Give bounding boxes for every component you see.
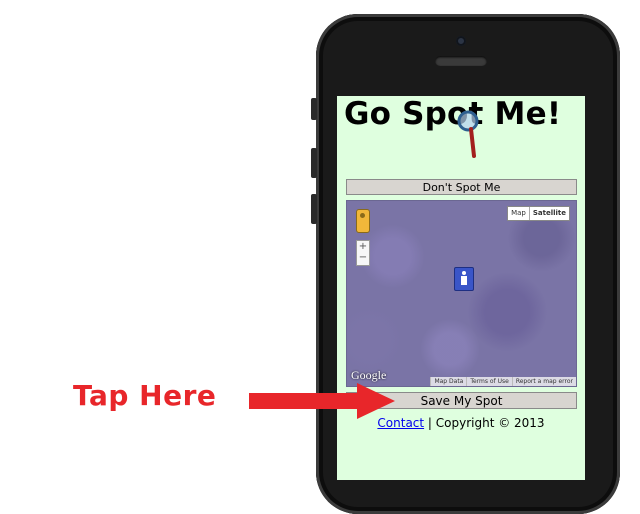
volume-up-button <box>311 148 317 178</box>
magnifier-icon <box>457 110 479 158</box>
location-marker-icon[interactable] <box>454 267 474 291</box>
zoom-out-button[interactable]: − <box>357 252 369 263</box>
footer-separator: | <box>424 416 436 430</box>
map-type-satellite[interactable]: Satellite <box>528 207 569 220</box>
volume-down-button <box>311 194 317 224</box>
map-data-link[interactable]: Map Data <box>430 377 466 386</box>
map-type-map[interactable]: Map <box>508 207 529 220</box>
satellite-imagery <box>347 201 576 386</box>
red-arrow-icon <box>249 383 395 419</box>
terms-of-use-link[interactable]: Terms of Use <box>466 377 511 386</box>
map-footer: Map Data Terms of Use Report a map error <box>430 377 576 386</box>
tap-here-label: Tap Here <box>73 379 217 412</box>
map-view[interactable]: + − Map Satellite Google Map Data Terms … <box>346 200 577 387</box>
earpiece-speaker <box>435 56 487 66</box>
copyright-text: Copyright © 2013 <box>435 416 545 430</box>
phone-screen: Go Spot Me! Don't Spot Me + − Map Satell… <box>337 96 585 480</box>
mute-switch <box>311 98 317 120</box>
dont-spot-me-button[interactable]: Don't Spot Me <box>346 179 577 195</box>
zoom-control[interactable]: + − <box>356 240 370 266</box>
map-type-control[interactable]: Map Satellite <box>507 206 570 221</box>
front-camera-icon <box>456 36 466 46</box>
zoom-in-button[interactable]: + <box>357 241 369 252</box>
street-view-pegman-icon[interactable] <box>356 209 370 233</box>
report-map-error-link[interactable]: Report a map error <box>511 377 576 386</box>
